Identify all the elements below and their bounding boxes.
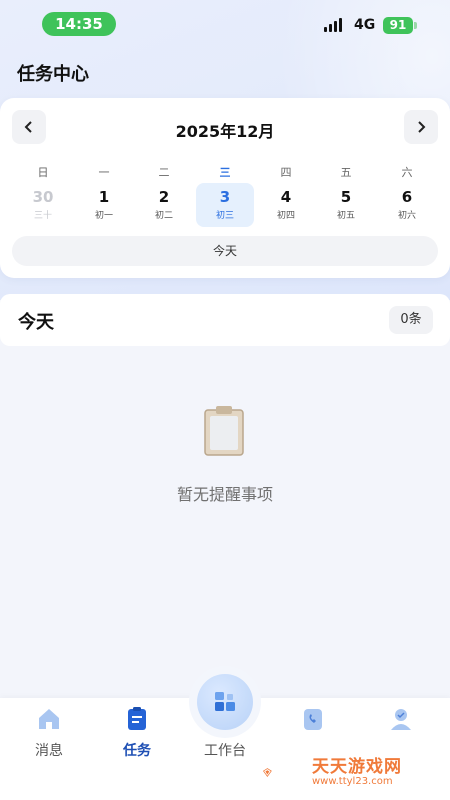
weekday-label: 五 — [340, 166, 352, 179]
calendar-day[interactable]: 30 三十 — [14, 183, 72, 227]
task-clipboard-icon — [128, 707, 146, 730]
calendar-card: 2025年12月 日 一 二 三 四 五 六 30 三十 1 初一 2 初二 3… — [0, 98, 450, 278]
tab-label-workbench: 工作台 — [204, 743, 246, 759]
lunar-date: 初一 — [94, 211, 113, 221]
page-title: 任务中心 — [17, 64, 89, 85]
battery-level: 91 — [389, 18, 407, 32]
status-bar: 14:35 4G 91 — [0, 0, 450, 48]
day-number: 30 — [32, 188, 54, 206]
day-number: 5 — [340, 188, 352, 206]
calendar-day[interactable]: 4 初四 — [257, 183, 315, 227]
day-number: 1 — [98, 188, 110, 206]
lunar-date: 初五 — [336, 211, 355, 221]
home-icon — [39, 709, 59, 729]
next-month-button[interactable] — [404, 110, 438, 144]
watermark-logo-icon — [262, 768, 272, 778]
today-button[interactable]: 今天 — [12, 236, 438, 266]
calendar-day[interactable]: 6 初六 — [378, 183, 436, 227]
watermark-url: www.ttyl23.com — [312, 776, 393, 787]
section-header: 今天 0条 — [0, 294, 450, 346]
signal-icon — [324, 18, 348, 32]
clipboard-icon — [204, 406, 244, 456]
tab-label: 任务 — [123, 743, 151, 759]
tab-label: 消息 — [35, 743, 63, 759]
weekday-label-active: 三 — [219, 166, 231, 179]
status-time: 14:35 — [42, 12, 116, 36]
lunar-date: 初四 — [276, 211, 295, 221]
day-number: 6 — [401, 188, 413, 206]
weekday-label: 六 — [401, 166, 413, 179]
network-type: 4G — [354, 17, 376, 33]
lunar-date: 初六 — [397, 211, 416, 221]
section-title: 今天 — [18, 312, 54, 333]
tab-tasks[interactable]: 任务 — [102, 706, 172, 766]
battery-tip — [414, 22, 417, 29]
calendar-day-selected[interactable]: 3 初三 — [196, 183, 254, 227]
calendar-day[interactable]: 2 初二 — [135, 183, 193, 227]
count-badge: 0条 — [389, 306, 433, 334]
workbench-grid-icon — [215, 692, 235, 711]
day-number: 4 — [280, 188, 292, 206]
calendar-day[interactable]: 1 初一 — [75, 183, 133, 227]
lunar-date: 初二 — [154, 211, 173, 221]
phone-book-icon — [304, 709, 322, 730]
lunar-date: 三十 — [33, 211, 52, 221]
day-number: 2 — [158, 188, 170, 206]
tab-messages[interactable]: 消息 — [14, 706, 84, 766]
workbench-button[interactable] — [197, 674, 253, 730]
empty-state-text: 暂无提醒事项 — [176, 485, 273, 504]
battery-icon: 91 — [383, 17, 413, 34]
weekday-label: 二 — [158, 166, 170, 179]
month-label: 2025年12月 — [175, 122, 275, 141]
profile-icon — [391, 709, 411, 730]
lunar-date: 初三 — [215, 211, 234, 221]
day-number: 3 — [219, 188, 231, 206]
calendar-day[interactable]: 5 初五 — [317, 183, 375, 227]
weekday-label: 四 — [280, 166, 292, 179]
weekday-label: 一 — [98, 166, 110, 179]
chevron-right-icon — [418, 121, 426, 133]
watermark-title: 天天游戏网 — [312, 757, 402, 777]
weekday-label: 日 — [37, 166, 49, 179]
